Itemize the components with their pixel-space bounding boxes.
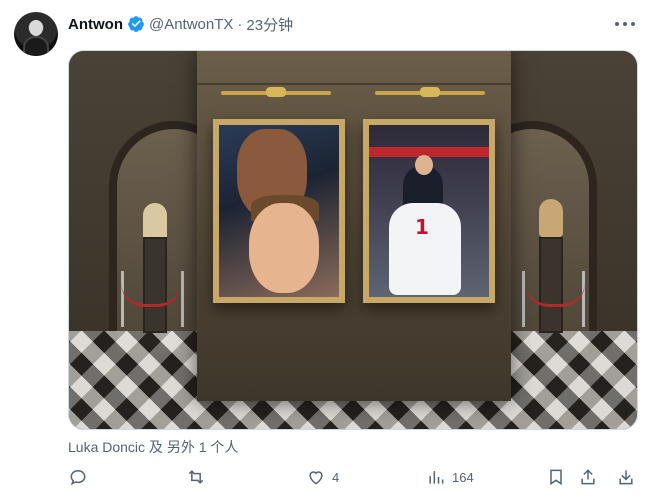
heart-icon [309, 471, 323, 485]
stanchion-post [121, 271, 124, 327]
author-avatar[interactable] [14, 12, 58, 56]
more-dot [623, 22, 627, 26]
more-icon[interactable] [615, 14, 635, 34]
views-count: 164 [452, 469, 474, 485]
views-button[interactable]: 164 [426, 463, 474, 491]
arena-banner [369, 147, 489, 157]
tweet-media-image[interactable]: 1 [68, 50, 638, 430]
separator-dot: · [237, 15, 243, 33]
framed-photo-right: 1 [363, 119, 495, 303]
reply-button[interactable] [68, 463, 94, 491]
picture-lamp-right [375, 87, 485, 97]
avatar-head [29, 20, 43, 36]
download-button[interactable] [616, 463, 636, 491]
bust-statue-left [143, 203, 167, 241]
jersey-number: 1 [415, 215, 429, 239]
stanchion-post [522, 271, 525, 327]
download-icon [619, 470, 633, 485]
tweet-time[interactable]: 23分钟 [246, 14, 293, 35]
gallery-center-wall: 1 [197, 51, 511, 401]
verified-badge-icon [128, 16, 144, 32]
retweet-icon [188, 470, 204, 484]
author-handle[interactable]: @AntwonTX [149, 16, 233, 33]
author-name[interactable]: Antwon [68, 16, 123, 33]
player-face-bottom [249, 203, 319, 293]
player-head [415, 155, 433, 175]
framed-photo-left [213, 119, 345, 303]
share-icon [581, 469, 595, 485]
tweet-actions-bar: 4 164 [68, 463, 638, 491]
tagged-people-label: Luka Doncic 及 另外 1 个人 [68, 439, 239, 455]
share-button[interactable] [578, 463, 598, 491]
tagged-people[interactable]: Luka Doncic 及 另外 1 个人 [68, 437, 238, 457]
like-count: 4 [332, 469, 340, 485]
photo-players-court: 1 [369, 125, 489, 297]
more-dot [615, 22, 619, 26]
retweet-button[interactable] [186, 463, 212, 491]
bookmark-icon [550, 469, 562, 486]
picture-lamp-left [221, 87, 331, 97]
reply-icon [70, 469, 86, 486]
tweet-header: Antwon @AntwonTX · 23分钟 [68, 14, 293, 34]
bookmark-button[interactable] [546, 463, 566, 491]
more-dot [631, 22, 635, 26]
stanchion-post [181, 271, 184, 327]
views-icon [429, 471, 444, 484]
bust-statue-right [539, 199, 563, 237]
stanchion-post [582, 271, 585, 327]
like-button[interactable]: 4 [306, 463, 339, 491]
photo-players-closeup [219, 125, 339, 297]
avatar-body [23, 36, 49, 56]
